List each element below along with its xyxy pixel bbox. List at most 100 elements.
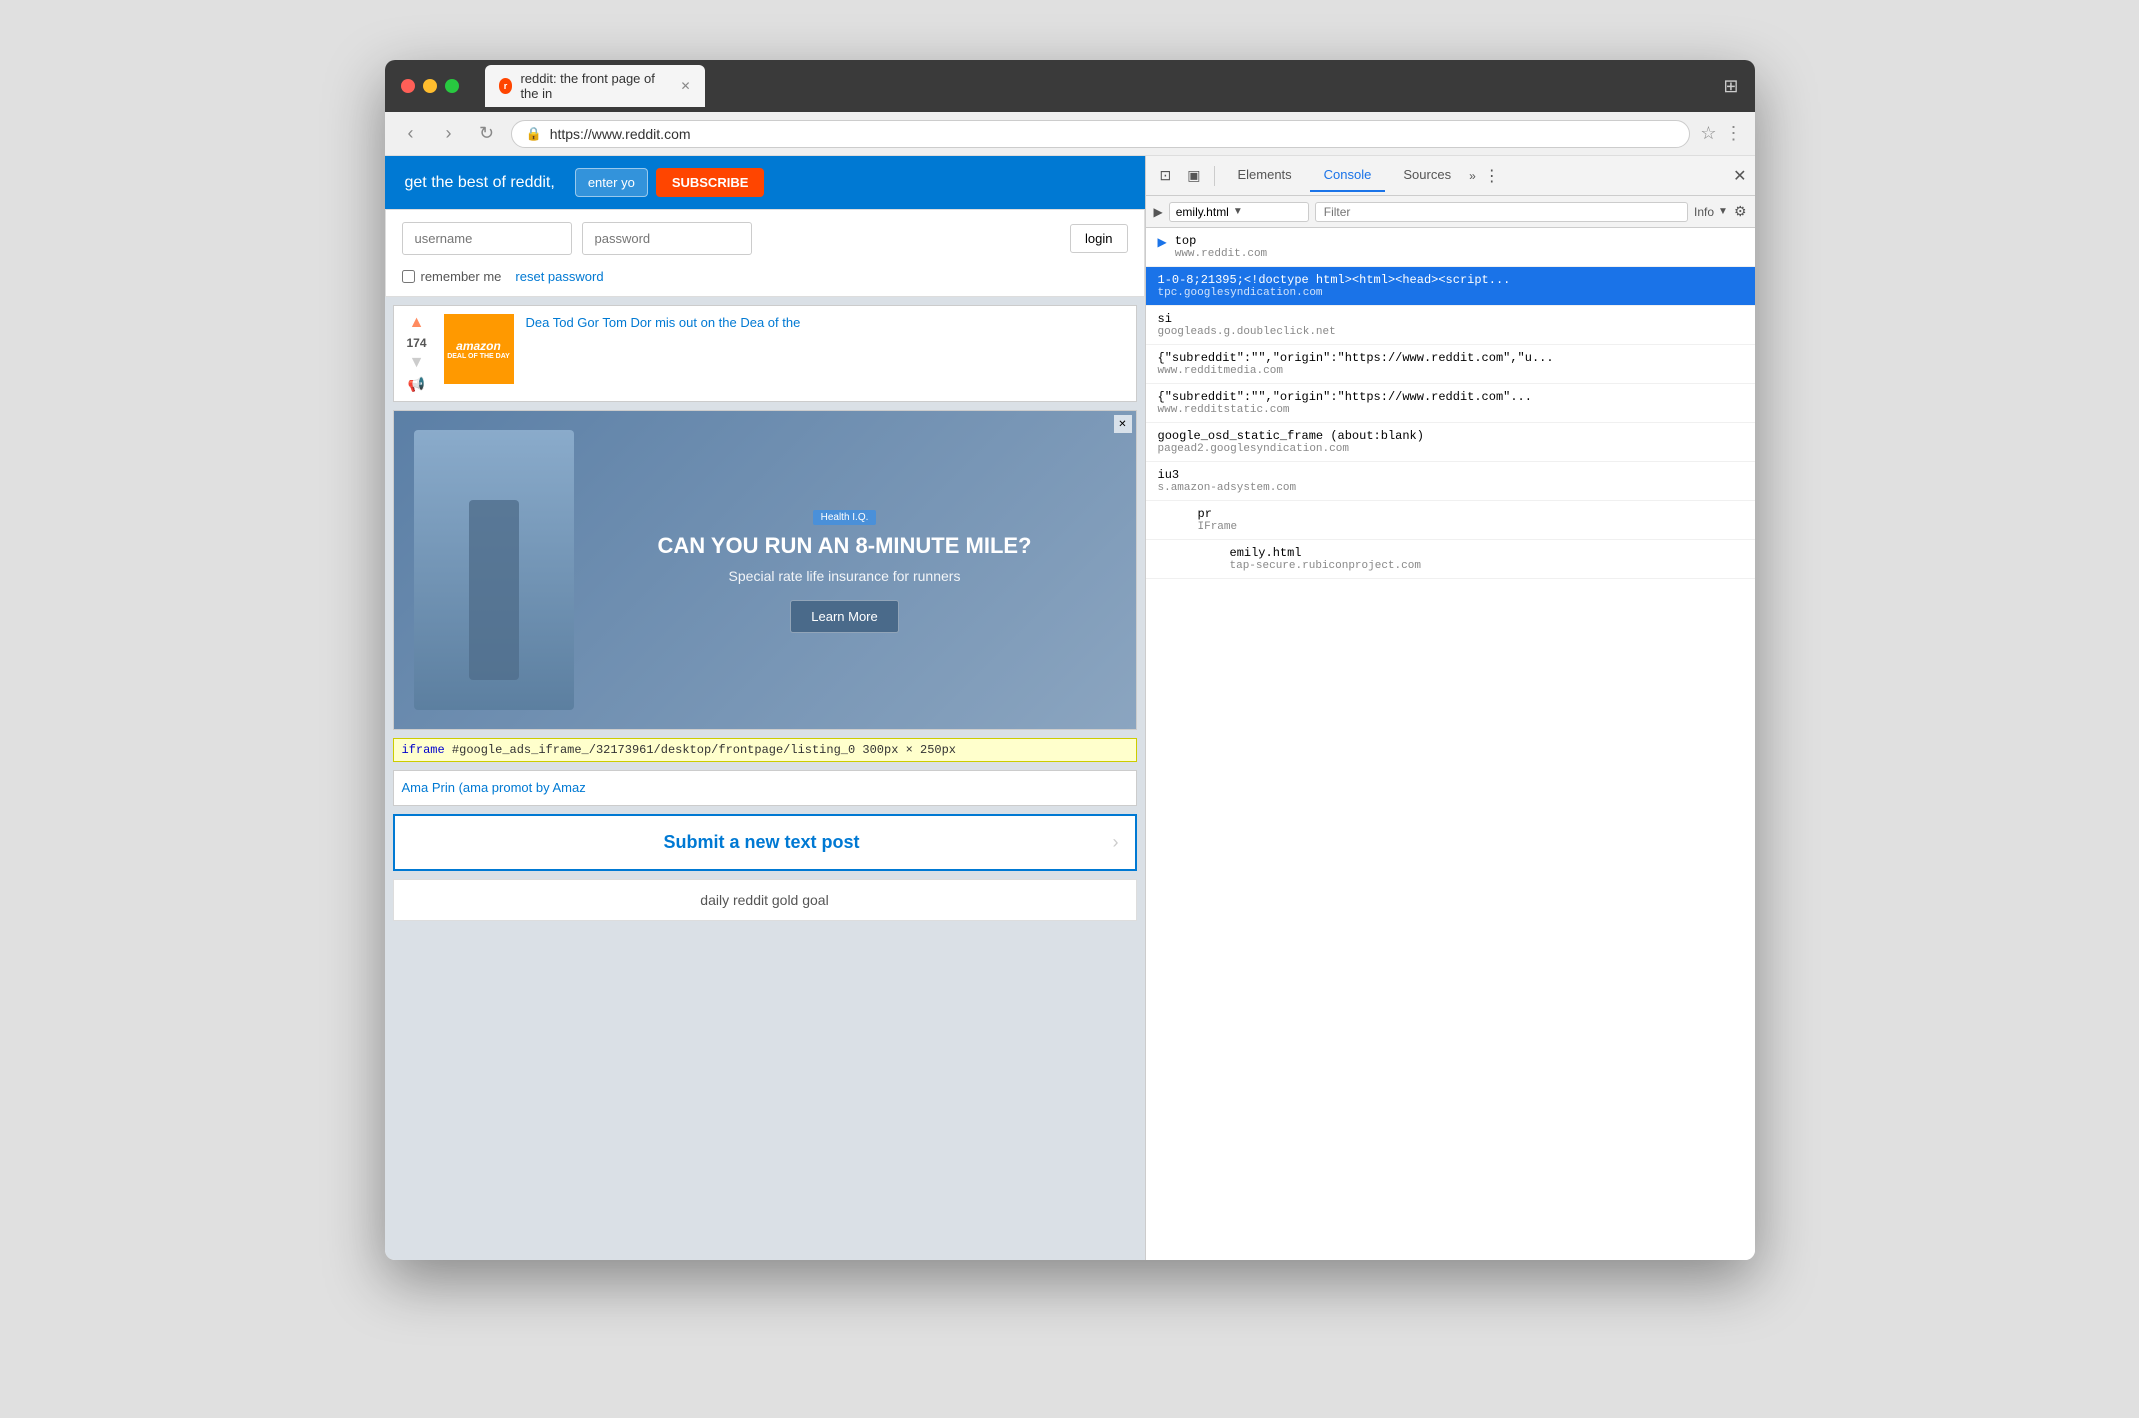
console-settings-button[interactable]: ⚙ [1734,203,1747,220]
console-item[interactable]: {"subreddit":"","origin":"https://www.re… [1146,384,1755,423]
forward-button[interactable]: › [435,120,463,148]
title-bar: r reddit: the front page of the in ✕ ⊞ [385,60,1755,112]
item-domain-text: s.amazon-adsystem.com [1158,482,1743,494]
console-filter-input[interactable] [1315,202,1688,222]
minimize-traffic-light[interactable] [423,79,437,93]
tab-sources[interactable]: Sources [1389,159,1465,192]
console-item[interactable]: emily.html tap-secure.rubiconproject.com [1146,540,1755,579]
device-toggle-button[interactable]: ▣ [1181,163,1206,188]
item-domain-text: tap-secure.rubiconproject.com [1230,560,1743,572]
promo-title[interactable]: Ama Prin (ama promot by Amaz [402,779,1128,797]
item-main-text: top [1175,234,1743,248]
traffic-lights [401,79,459,93]
item-content: top www.reddit.com [1175,234,1743,260]
more-options-icon[interactable]: ⋮ [1725,123,1743,144]
console-collapse-button[interactable]: ▶ [1154,205,1163,219]
item-domain-text: IFrame [1198,521,1743,533]
submit-arrow-icon: › [1113,832,1119,853]
console-item[interactable]: si googleads.g.doubleclick.net [1146,306,1755,345]
gold-goal: daily reddit gold goal [393,879,1137,921]
login-button[interactable]: login [1070,224,1127,253]
item-domain-text: www.redditstatic.com [1158,404,1743,416]
log-level-chevron: ▼ [1718,206,1728,217]
ad-badge: Health I.Q. [813,510,877,525]
amazon-promo-item: Ama Prin (ama promot by Amaz [393,770,1137,806]
item-content: iu3 s.amazon-adsystem.com [1158,468,1743,494]
iframe-highlight: iframe #google_ads_iframe_/32173961/desk… [393,738,1137,762]
ad-subtext: Special rate life insurance for runners [594,568,1096,584]
close-traffic-light[interactable] [401,79,415,93]
ad-banner: Health I.Q. CAN YOU RUN AN 8-MINUTE MILE… [393,410,1137,730]
console-item[interactable]: {"subreddit":"","origin":"https://www.re… [1146,345,1755,384]
iframe-id-text: #google_ads_iframe_/32173961/desktop/fro… [452,743,855,757]
inspect-element-button[interactable]: ⊡ [1154,163,1178,188]
devtools-panel: ⊡ ▣ Elements Console Sources » ⋮ ✕ ▶ [1145,156,1755,1260]
console-item[interactable]: ▶ top www.reddit.com [1146,228,1755,267]
subscribe-button[interactable]: SUBSCRIBE [656,168,765,197]
reset-password-link[interactable]: reset password [515,269,603,284]
bookmark-icon[interactable]: ☆ [1700,123,1716,144]
post-item: ▲ 174 ▼ 📢 amazon DEAL OF THE DAY Dea Tod… [393,305,1137,402]
item-main-text: pr [1198,507,1743,521]
downvote-button[interactable]: ▼ [409,354,425,372]
remember-me-label: remember me [421,269,502,284]
context-chevron-icon: ▼ [1233,206,1243,217]
iframe-size-text: 300px × 250px [862,743,956,757]
reddit-header: get the best of reddit, enter yo SUBSCRI… [385,156,1145,209]
enter-button[interactable]: enter yo [575,168,648,197]
item-content: si googleads.g.doubleclick.net [1158,312,1743,338]
back-button[interactable]: ‹ [397,120,425,148]
log-level-selector[interactable]: Info ▼ [1694,205,1728,219]
context-name: emily.html [1176,205,1229,219]
item-main-text: iu3 [1158,468,1743,482]
login-form: login remember me reset password [385,209,1145,297]
tab-elements[interactable]: Elements [1223,159,1305,192]
toolbar-separator [1214,166,1215,186]
item-domain-text: pagead2.googlesyndication.com [1158,443,1743,455]
item-domain-text: googleads.g.doubleclick.net [1158,326,1743,338]
tab-console[interactable]: Console [1310,159,1386,192]
post-title[interactable]: Dea Tod Gor Tom Dor mis out on the Dea o… [526,314,1128,332]
console-toolbar: ▶ emily.html ▼ Info ▼ ⚙ [1146,196,1755,228]
item-content: pr IFrame [1182,507,1743,533]
promo-content: Ama Prin (ama promot by Amaz [402,779,1128,797]
submit-post-label: Submit a new text post [411,832,1113,853]
console-item[interactable]: pr IFrame [1146,501,1755,540]
address-input[interactable]: 🔒 https://www.reddit.com [511,120,1691,148]
ad-learn-more-button[interactable]: Learn More [790,600,898,633]
submit-post-button[interactable]: Submit a new text post › [393,814,1137,871]
cast-icon[interactable]: ⊞ [1723,76,1738,97]
password-input[interactable] [582,222,752,255]
tab-bar: r reddit: the front page of the in ✕ [485,65,705,107]
item-domain-text: www.reddit.com [1175,248,1743,260]
item-main-text: emily.html [1230,546,1743,560]
reddit-header-text: get the best of reddit, [405,174,555,192]
ad-person-image [414,430,574,710]
context-selector[interactable]: emily.html ▼ [1169,202,1309,222]
devtools-close-button[interactable]: ✕ [1733,166,1746,186]
console-list: ▶ top www.reddit.com 1-0-8;21395;<!docty… [1146,228,1755,1260]
tab-close-button[interactable]: ✕ [680,79,690,93]
main-area: get the best of reddit, enter yo SUBSCRI… [385,156,1755,1260]
more-tabs-button[interactable]: » [1469,169,1476,183]
reload-button[interactable]: ↻ [473,120,501,148]
ad-inner: Health I.Q. CAN YOU RUN AN 8-MINUTE MILE… [394,411,1136,729]
item-main-text: 1-0-8;21395;<!doctype html><html><head><… [1158,273,1743,287]
remember-me-checkbox[interactable] [402,270,415,283]
item-content: google_osd_static_frame (about:blank) pa… [1158,429,1743,455]
log-level-label: Info [1694,205,1714,219]
maximize-traffic-light[interactable] [445,79,459,93]
amazon-thumbnail: amazon DEAL OF THE DAY [444,314,514,384]
devtools-menu-button[interactable]: ⋮ [1484,166,1500,186]
tab-title: reddit: the front page of the in [520,71,668,101]
ad-close-button[interactable]: ✕ [1114,415,1132,433]
browser-tab[interactable]: r reddit: the front page of the in ✕ [485,65,705,107]
address-actions: ☆ ⋮ [1700,123,1742,144]
console-item[interactable]: iu3 s.amazon-adsystem.com [1146,462,1755,501]
vote-column: ▲ 174 ▼ 📢 [402,314,432,393]
upvote-button[interactable]: ▲ [409,314,425,332]
item-main-text: si [1158,312,1743,326]
username-input[interactable] [402,222,572,255]
console-item[interactable]: 1-0-8;21395;<!doctype html><html><head><… [1146,267,1755,306]
console-item[interactable]: google_osd_static_frame (about:blank) pa… [1146,423,1755,462]
